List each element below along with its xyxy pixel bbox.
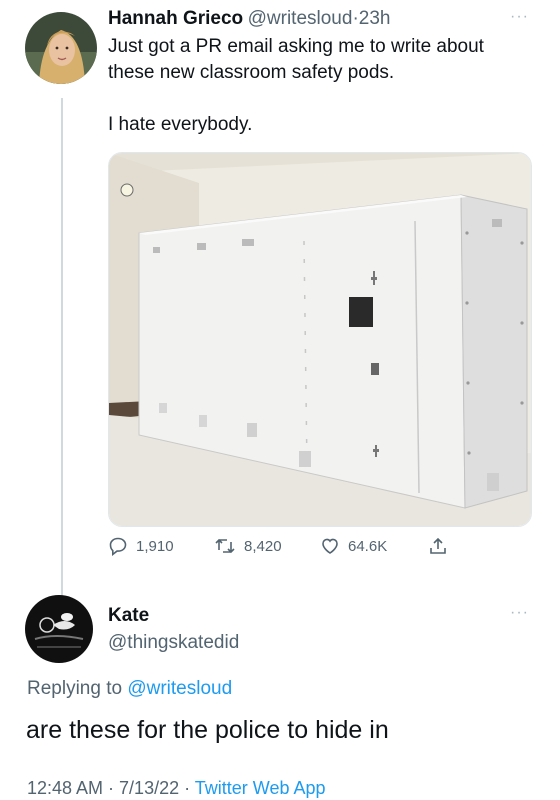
thread-line xyxy=(61,98,63,595)
replying-to-label: Replying to xyxy=(27,678,123,699)
share-icon xyxy=(430,537,446,554)
tweet-actions: 1,910 8,420 64.6K xyxy=(108,536,468,562)
hannah-avatar[interactable] xyxy=(25,12,97,84)
retweet-icon xyxy=(215,538,235,554)
replying-to-handle-link[interactable]: @writesloud xyxy=(127,678,232,699)
kate-avatar[interactable] xyxy=(25,595,93,663)
share-action[interactable] xyxy=(428,536,448,556)
replying-to: Replying to @writesloud xyxy=(27,678,232,700)
reply-action[interactable]: 1,910 xyxy=(108,536,174,556)
tweet-text-line: Just got a PR email asking me to write a… xyxy=(108,36,484,57)
like-count: 64.6K xyxy=(348,537,388,555)
tweet-time[interactable]: 23h xyxy=(359,8,391,29)
reply-author-name[interactable]: Kate xyxy=(108,605,149,627)
tweet-text: Just got a PR email asking me to write a… xyxy=(108,34,548,138)
client-app-link[interactable]: Twitter Web App xyxy=(195,778,326,798)
like-action[interactable]: 64.6K xyxy=(320,536,387,556)
tweet-media-image[interactable] xyxy=(108,152,532,527)
retweet-action[interactable]: 8,420 xyxy=(214,536,282,556)
reply-more-options-icon[interactable]: ··· xyxy=(510,604,529,622)
tweet-text-line: I hate everybody. xyxy=(108,114,253,135)
author-name[interactable]: Hannah Grieco xyxy=(108,8,243,29)
reply-text: are these for the police to hide in xyxy=(26,716,389,744)
tweet-text-line: these new classroom safety pods. xyxy=(108,62,395,83)
speech-bubble-icon xyxy=(109,537,127,556)
reply-meta: 12:48 AM · 7/13/22 · Twitter Web App xyxy=(27,778,326,799)
safety-pod-photo xyxy=(109,153,531,526)
heart-icon xyxy=(322,538,338,554)
reply-count: 1,910 xyxy=(136,537,174,555)
reply-timestamp[interactable]: 12:48 AM · 7/13/22 · xyxy=(27,778,190,798)
tweet-header: Hannah Grieco @writesloud·23h xyxy=(108,8,390,30)
author-handle[interactable]: @writesloud xyxy=(248,8,353,29)
reply-author-handle[interactable]: @thingskatedid xyxy=(108,632,239,654)
retweet-count: 8,420 xyxy=(244,537,282,555)
more-options-icon[interactable]: ··· xyxy=(510,8,529,26)
